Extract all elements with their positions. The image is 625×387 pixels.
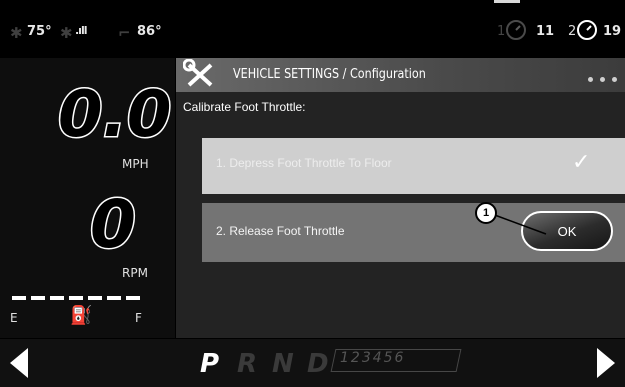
calibration-subtitle: Calibrate Foot Throttle: [183,100,306,114]
engine-temp: 86° [137,24,162,39]
ambient-temp: 75° [27,24,52,39]
fuel-segment [12,296,26,300]
engine-icon: ✱ [60,24,73,42]
fuel-empty-label: E [10,311,18,325]
fuel-segment [31,296,45,300]
gear-reverse: R [237,349,258,379]
fuel-segment [126,296,140,300]
step1-label: 1. Depress Foot Throttle To Floor [216,156,392,170]
signal-icon: .ıll [75,24,87,37]
fuel-segment [107,296,121,300]
fuel-segment [69,296,83,300]
checkmark-icon: ✓ [572,149,591,174]
page-title: VEHICLE SETTINGS / Configuration [233,67,426,82]
fuel-segment [88,296,102,300]
trip-gauge-icon[interactable] [504,18,528,42]
fuel-full-label: F [135,311,142,325]
callout-leader-line [491,213,547,235]
ok-button-label: OK [557,223,577,239]
rpm-unit: RPM [122,266,148,280]
trip-gauge-icon[interactable] [575,18,599,42]
thermometer-icon: ✱ [10,24,23,42]
fuel-pump-icon: ⛽ [70,305,93,325]
status-bar [0,0,625,58]
gear-drive: D [307,349,329,379]
wrench-screwdriver-icon [183,59,213,87]
left-arrow-icon[interactable] [6,346,32,380]
speed-readout: 0.0 [56,77,172,154]
page-indicator-dot [588,77,593,82]
gear-numbers: 123456 [340,350,406,366]
speed-unit: MPH [122,157,149,171]
gear-neutral: N [272,349,294,379]
gear-park: P [200,349,220,379]
trip2-value: 19 [603,24,622,39]
trip1-value: 11 [536,24,555,39]
page-indicator-dot [600,77,605,82]
step2-label: 2. Release Foot Throttle [216,224,345,238]
callout-badge: 1 [475,202,497,224]
fuel-segment [50,296,64,300]
rpm-readout: 0 [89,185,138,265]
engine-temp-icon: ⌐ [118,24,131,42]
page-indicator-dot [612,77,617,82]
right-arrow-icon[interactable] [593,346,619,380]
trip-selected-indicator [494,0,520,3]
